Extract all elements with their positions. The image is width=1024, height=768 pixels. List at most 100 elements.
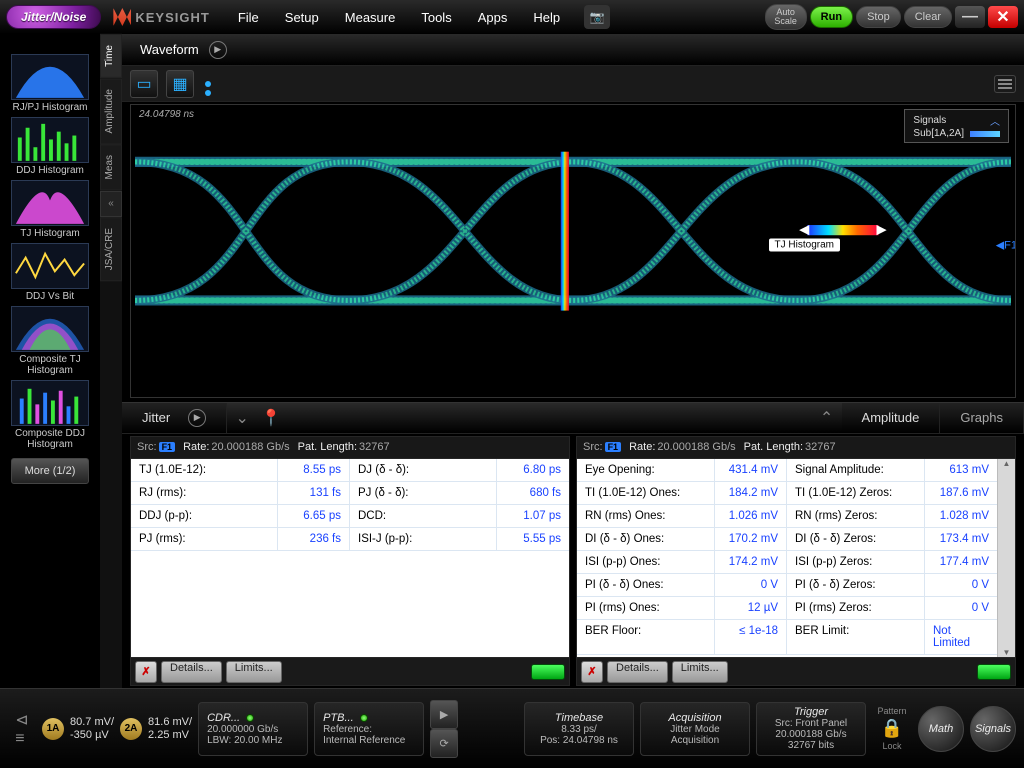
table-row: ISI (p-p) Ones:174.2 mVISI (p-p) Zeros:1… bbox=[577, 551, 997, 574]
waveform-title: Waveform bbox=[140, 42, 199, 57]
single-pane-button[interactable]: ▭ bbox=[130, 70, 158, 98]
menu-measure[interactable]: Measure bbox=[333, 4, 408, 31]
side-collapse-button[interactable]: « bbox=[100, 191, 122, 217]
nav-buttons: ▶ ⟳ bbox=[430, 700, 458, 758]
channel-1a[interactable]: 1A 80.7 mV/-350 µV bbox=[42, 716, 114, 742]
table-row: Eye Opening:431.4 mVSignal Amplitude:613… bbox=[577, 459, 997, 482]
side-tab-meas[interactable]: Meas bbox=[100, 144, 122, 190]
autoscale-button[interactable]: Auto Scale bbox=[765, 4, 807, 30]
thumb-rj-pj-histogram[interactable]: RJ/PJ Histogram bbox=[6, 54, 94, 113]
jitter-close-button[interactable]: ✗ bbox=[135, 661, 157, 683]
tj-histogram-label: TJ Histogram bbox=[769, 239, 840, 252]
table-row: PI (δ - δ) Ones:0 VPI (δ - δ) Zeros:0 V bbox=[577, 574, 997, 597]
math-button[interactable]: Math bbox=[918, 706, 964, 752]
screenshot-button[interactable]: 📷 bbox=[584, 5, 610, 29]
jitter-grid: TJ (1.0E-12):8.55 psDJ (δ - δ):6.80 psRJ… bbox=[131, 459, 569, 657]
cdr-box[interactable]: CDR... 20.000000 Gb/s LBW: 20.00 MHz bbox=[198, 702, 308, 756]
chevron-up-icon: ︿ bbox=[990, 113, 1000, 128]
waveform-header: Waveform ▶ bbox=[122, 34, 1024, 66]
acquisition-box[interactable]: Acquisition Jitter Mode Acquisition bbox=[640, 702, 750, 756]
graph-thumbnails: RJ/PJ Histogram DDJ Histogram TJ Histogr… bbox=[0, 34, 100, 688]
jitter-panel: Src:F1 Rate:20.000188 Gb/s Pat. Length:3… bbox=[130, 436, 570, 686]
close-button[interactable]: ✕ bbox=[988, 6, 1018, 28]
mode-pill[interactable]: Jitter/Noise bbox=[6, 5, 101, 29]
jitter-play-icon[interactable]: ▶ bbox=[188, 409, 206, 427]
jitter-details-button[interactable]: Details... bbox=[161, 661, 222, 683]
main-menu: File Setup Measure Tools Apps Help bbox=[226, 4, 572, 31]
side-tab-amplitude[interactable]: Amplitude bbox=[100, 78, 122, 144]
table-row: DDJ (p-p):6.65 psDCD:1.07 ps bbox=[131, 505, 569, 528]
thumb-ddj-vs-bit[interactable]: DDJ Vs Bit bbox=[6, 243, 94, 302]
table-row: TI (1.0E-12) Ones:184.2 mVTI (1.0E-12) Z… bbox=[577, 482, 997, 505]
menu-help[interactable]: Help bbox=[521, 4, 572, 31]
amplitude-panel: Src:F1 Rate:20.000188 Gb/s Pat. Length:3… bbox=[576, 436, 1016, 686]
amplitude-details-button[interactable]: Details... bbox=[607, 661, 668, 683]
lock-icon bbox=[246, 714, 254, 722]
table-row: TJ (1.0E-12):8.55 psDJ (δ - δ):6.80 ps bbox=[131, 459, 569, 482]
table-row: PJ (rms):236 fsISI-J (p-p):5.55 ps bbox=[131, 528, 569, 551]
legend-swatch bbox=[970, 131, 1000, 137]
eye-diagram[interactable]: 24.04798 ns bbox=[130, 104, 1016, 398]
channel-2a[interactable]: 2A 81.6 mV/2.25 mV bbox=[120, 716, 192, 742]
timebase-box[interactable]: Timebase 8.33 ps/ Pos: 24.04798 ns bbox=[524, 702, 634, 756]
table-row: PI (rms) Ones:12 µVPI (rms) Zeros:0 V bbox=[577, 597, 997, 620]
status-expand-button[interactable]: ⊲≡ bbox=[8, 705, 36, 753]
brand-text: KEYSIGHT bbox=[135, 10, 209, 25]
clear-button[interactable]: Clear bbox=[904, 6, 952, 28]
jitter-status-led bbox=[531, 664, 565, 680]
amplitude-panel-header: Src:F1 Rate:20.000188 Gb/s Pat. Length:3… bbox=[577, 437, 1015, 459]
run-button[interactable]: Run bbox=[810, 6, 853, 28]
menubar: Jitter/Noise KEYSIGHT File Setup Measure… bbox=[0, 0, 1024, 34]
jitter-panel-header: Src:F1 Rate:20.000188 Gb/s Pat. Length:3… bbox=[131, 437, 569, 459]
waveform-toolbar: ▭ ▦ bbox=[122, 66, 1024, 102]
results-pin-button[interactable]: 📍 bbox=[257, 403, 285, 433]
nav-next-button[interactable]: ▶ bbox=[430, 700, 458, 729]
f1-marker: ◀F1 bbox=[996, 239, 1016, 252]
menu-file[interactable]: File bbox=[226, 4, 271, 31]
amplitude-scrollbar[interactable] bbox=[997, 459, 1015, 657]
jitter-limits-button[interactable]: Limits... bbox=[226, 661, 282, 683]
amplitude-status-led bbox=[977, 664, 1011, 680]
menu-apps[interactable]: Apps bbox=[466, 4, 520, 31]
minimize-button[interactable]: — bbox=[955, 6, 985, 28]
side-tabs: Time Amplitude Meas « JSA/CRE bbox=[100, 34, 122, 688]
signals-button[interactable]: Signals bbox=[970, 706, 1016, 752]
thumb-tj-histogram[interactable]: TJ Histogram bbox=[6, 180, 94, 239]
status-bar: ⊲≡ 1A 80.7 mV/-350 µV 2A 81.6 mV/2.25 mV… bbox=[0, 688, 1024, 768]
waveform-play-button[interactable]: ▶ bbox=[209, 41, 227, 59]
side-tab-jsa-cre[interactable]: JSA/CRE bbox=[100, 217, 122, 281]
trigger-box[interactable]: Trigger Src: Front Panel 20.000188 Gb/s … bbox=[756, 702, 866, 756]
channel-dots-icon bbox=[205, 81, 211, 87]
stop-button[interactable]: Stop bbox=[856, 6, 901, 28]
signal-legend[interactable]: Signals︿ Sub[1A,2A] bbox=[904, 109, 1009, 143]
results-tab-bar: Jitter ▶ ⌄ 📍 ⌃ Amplitude Graphs bbox=[122, 402, 1024, 434]
thumb-composite-ddj-histogram[interactable]: Composite DDJ Histogram bbox=[6, 380, 94, 450]
amplitude-limits-button[interactable]: Limits... bbox=[672, 661, 728, 683]
menu-tools[interactable]: Tools bbox=[409, 4, 463, 31]
thumb-ddj-histogram[interactable]: DDJ Histogram bbox=[6, 117, 94, 176]
quad-pane-button[interactable]: ▦ bbox=[166, 70, 194, 98]
tab-amplitude[interactable]: Amplitude bbox=[842, 403, 941, 433]
table-row: DI (δ - δ) Ones:170.2 mVDI (δ - δ) Zeros… bbox=[577, 528, 997, 551]
ptb-box[interactable]: PTB... Reference: Internal Reference bbox=[314, 702, 424, 756]
results-collapse-button[interactable]: ⌄ bbox=[227, 403, 257, 433]
more-thumbs-button[interactable]: More (1/2) bbox=[11, 458, 89, 484]
waveform-menu-button[interactable] bbox=[994, 75, 1016, 93]
tab-graphs[interactable]: Graphs bbox=[940, 403, 1024, 433]
lock-icon bbox=[360, 714, 368, 722]
pattern-lock[interactable]: Pattern 🔒 Lock bbox=[872, 706, 912, 751]
keysight-icon bbox=[113, 8, 131, 26]
amplitude-close-button[interactable]: ✗ bbox=[581, 661, 603, 683]
amplitude-grid: Eye Opening:431.4 mVSignal Amplitude:613… bbox=[577, 459, 997, 657]
side-tab-time[interactable]: Time bbox=[100, 34, 122, 78]
nav-sync-button[interactable]: ⟳ bbox=[430, 729, 458, 758]
lock-icon: 🔒 bbox=[881, 718, 903, 739]
thumb-composite-tj-histogram[interactable]: Composite TJ Histogram bbox=[6, 306, 94, 376]
table-row: BER Floor:≤ 1e-18BER Limit:Not Limited bbox=[577, 620, 997, 655]
eye-diagram-svg bbox=[135, 113, 1011, 347]
table-row: RJ (rms):131 fsPJ (δ - δ):680 fs bbox=[131, 482, 569, 505]
table-row: RN (rms) Ones:1.026 mVRN (rms) Zeros:1.0… bbox=[577, 505, 997, 528]
tab-jitter[interactable]: Jitter ▶ bbox=[122, 403, 227, 433]
results-expand-button[interactable]: ⌃ bbox=[812, 403, 842, 433]
menu-setup[interactable]: Setup bbox=[273, 4, 331, 31]
